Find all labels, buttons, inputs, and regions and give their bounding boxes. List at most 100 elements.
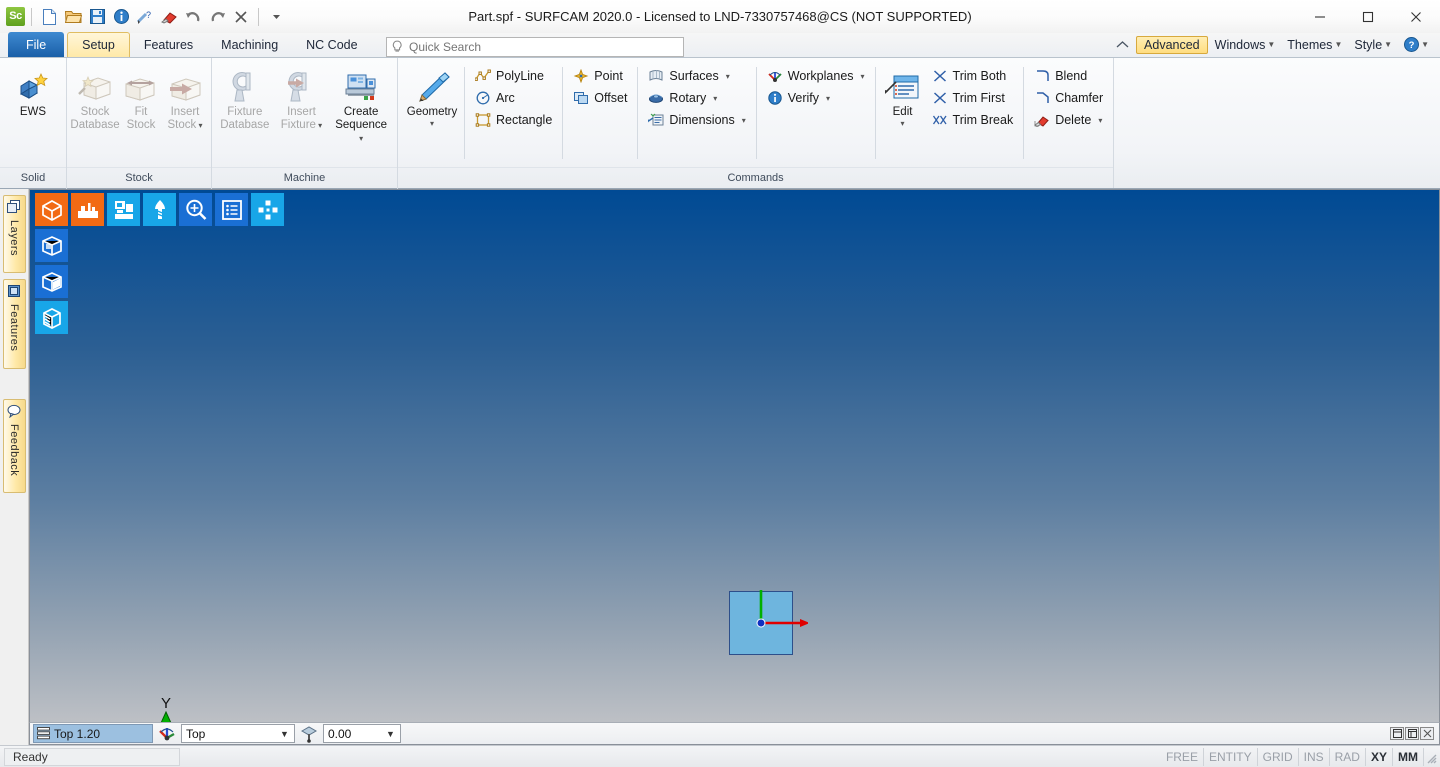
sidebar-item-feedback[interactable]: Feedback (2, 399, 26, 493)
chevron-down-icon: ▼ (1267, 40, 1276, 49)
trim-first-button[interactable]: Trim First (926, 87, 1020, 109)
chamfer-label: Chamfer (1055, 91, 1104, 105)
redo-icon[interactable] (206, 6, 228, 28)
move-pad-icon[interactable] (251, 193, 284, 226)
trim-both-button[interactable]: Trim Both (926, 65, 1020, 87)
polyline-button[interactable]: PolyLine (469, 65, 558, 87)
chamfer-button[interactable]: Chamfer (1028, 87, 1109, 109)
viewport-toolbar-row-2 (35, 229, 284, 262)
status-indicator-free[interactable]: FREE (1161, 747, 1204, 766)
trim-break-button[interactable]: Trim Break (926, 109, 1020, 131)
ews-icon (16, 68, 50, 104)
tab-setup[interactable]: Setup (67, 32, 130, 57)
fit-stock-button[interactable]: Fit Stock (119, 63, 163, 133)
point-button[interactable]: Point (567, 65, 633, 87)
fit-stock-label: Fit Stock (126, 106, 156, 131)
offset-label: Offset (594, 91, 628, 105)
viewport-toolbar-row-4 (35, 301, 284, 334)
sidebar-item-layers[interactable]: Layers (2, 195, 26, 273)
mdi-restore-button[interactable] (1390, 727, 1404, 740)
menu-themes-label: Themes (1287, 37, 1333, 52)
graphics-viewport[interactable]: Z Y X (29, 189, 1440, 722)
status-indicator-mm[interactable]: MM (1393, 747, 1424, 766)
search-input[interactable] (406, 39, 678, 55)
delete-button[interactable]: Delete ▾ (1028, 109, 1109, 131)
undo-icon[interactable] (182, 6, 204, 28)
arc-button[interactable]: Arc (469, 87, 558, 109)
info-icon[interactable] (110, 6, 132, 28)
edit-button[interactable]: Edit ▾ (880, 63, 926, 129)
chevron-down-icon: ▾ (860, 71, 865, 81)
depth-value: 0.00 (328, 726, 352, 741)
maximize-button[interactable] (1344, 0, 1392, 33)
ews-button[interactable]: EWS (4, 63, 62, 120)
status-indicator-xy[interactable]: XY (1366, 747, 1393, 766)
measure-help-icon[interactable]: ? (134, 6, 156, 28)
eraser-icon[interactable] (158, 6, 180, 28)
geometry-button[interactable]: Geometry ▾ (404, 63, 460, 129)
close-button[interactable] (1392, 0, 1440, 33)
save-icon[interactable] (86, 6, 108, 28)
sidebar-item-features[interactable]: Features (2, 279, 26, 369)
tab-file[interactable]: File (8, 32, 65, 57)
hatched-box-icon[interactable] (35, 301, 68, 334)
rectangle-button[interactable]: Rectangle (469, 109, 558, 131)
status-indicator-entity[interactable]: ENTITY (1204, 747, 1258, 766)
open-icon[interactable] (62, 6, 84, 28)
menu-themes[interactable]: Themes ▼ (1282, 36, 1347, 54)
help-button[interactable]: ? ▼ (1399, 35, 1434, 54)
workplanes-button[interactable]: Workplanes ▾ (761, 65, 871, 87)
depth-select[interactable]: 0.00 ▼ (323, 724, 401, 743)
trim-both-icon (932, 68, 948, 84)
solid-shade-icon[interactable] (35, 265, 68, 298)
tab-machining[interactable]: Machining (207, 32, 292, 57)
tool-icon[interactable] (143, 193, 176, 226)
tab-features[interactable]: Features (130, 32, 207, 57)
status-indicator-grid[interactable]: GRID (1258, 747, 1299, 766)
offset-button[interactable]: Offset (567, 87, 633, 109)
dimensions-button[interactable]: Dimensions ▾ (642, 109, 751, 131)
point-icon (573, 68, 589, 84)
machine-setup-icon[interactable] (107, 193, 140, 226)
tab-nc-code[interactable]: NC Code (292, 32, 371, 57)
workplane-square[interactable] (729, 590, 808, 655)
status-message: Ready (4, 747, 180, 766)
surfaces-button[interactable]: Surfaces ▾ (642, 65, 751, 87)
insert-stock-button[interactable]: Insert Stock ▾ (163, 63, 207, 133)
chevron-down-icon: ▼ (1421, 40, 1429, 49)
commands-divider-1 (464, 67, 465, 159)
rotary-button[interactable]: Rotary ▾ (642, 87, 751, 109)
verify-button[interactable]: Verify ▾ (761, 87, 871, 109)
chevron-down-icon: ▾ (1098, 115, 1103, 125)
quick-search[interactable] (385, 37, 684, 57)
stock-database-button[interactable]: Stock Database (70, 63, 120, 133)
delete-icon[interactable] (230, 6, 252, 28)
stock-database-icon (75, 68, 115, 104)
minimize-button[interactable] (1296, 0, 1344, 33)
blend-icon (1034, 68, 1050, 84)
status-indicator-rad[interactable]: RAD (1330, 747, 1366, 766)
stock-setup-icon[interactable] (71, 193, 104, 226)
new-icon[interactable] (38, 6, 60, 28)
workplane-select[interactable]: Top ▼ (181, 724, 295, 743)
viewport-toolbar-row-3 (35, 265, 284, 298)
rotary-label: Rotary (669, 91, 707, 105)
list-icon[interactable] (215, 193, 248, 226)
fixture-database-button[interactable]: Fixture Database (218, 63, 272, 133)
create-sequence-button[interactable]: Create Sequence ▾ (331, 63, 391, 146)
current-layer-button[interactable]: Top 1.20 (33, 724, 153, 743)
mdi-close-button[interactable] (1420, 727, 1434, 740)
mode-advanced-button[interactable]: Advanced (1136, 35, 1208, 54)
blend-button[interactable]: Blend (1028, 65, 1109, 87)
mdi-maximize-button[interactable] (1405, 727, 1419, 740)
status-indicator-ins[interactable]: INS (1299, 747, 1330, 766)
menu-windows[interactable]: Windows ▼ (1210, 36, 1281, 54)
zoom-icon[interactable] (179, 193, 212, 226)
shaded-box-icon[interactable] (35, 229, 68, 262)
collapse-ribbon-icon[interactable] (1111, 38, 1134, 51)
resize-grip[interactable] (1424, 748, 1440, 766)
menu-style[interactable]: Style ▼ (1349, 36, 1397, 54)
solid-box-icon[interactable] (35, 193, 68, 226)
insert-fixture-button[interactable]: Insert Fixture ▾ (275, 63, 327, 133)
qat-overflow-icon[interactable] (265, 6, 287, 28)
